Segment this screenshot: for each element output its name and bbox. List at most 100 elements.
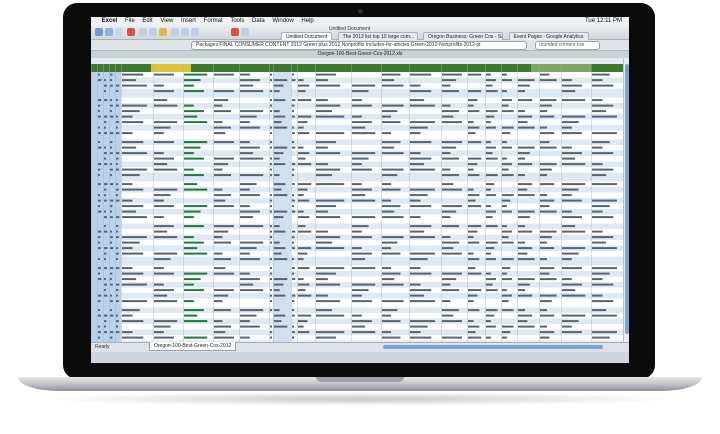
menu-data[interactable]: Data xyxy=(249,17,268,26)
cell-text xyxy=(410,258,428,261)
cell-text xyxy=(352,168,372,171)
chart-icon[interactable] xyxy=(231,28,239,36)
open-icon[interactable] xyxy=(105,28,113,36)
cell-text xyxy=(240,188,250,191)
cell-text xyxy=(410,300,435,303)
vertical-scrollbar[interactable] xyxy=(623,58,629,342)
cell-text xyxy=(486,247,495,250)
row-mid-cells xyxy=(273,167,291,173)
new-document-icon[interactable] xyxy=(95,28,103,36)
cell-text xyxy=(270,79,272,82)
cell-text xyxy=(214,309,232,312)
cell-text xyxy=(518,314,533,317)
horizontal-scrollbar[interactable] xyxy=(383,345,603,349)
menu-insert[interactable]: Insert xyxy=(178,17,199,26)
cell-text xyxy=(98,99,102,102)
cell-text xyxy=(104,216,107,219)
vertical-scroll-thumb[interactable] xyxy=(625,64,629,334)
cell-text xyxy=(116,121,119,124)
cell-text xyxy=(502,126,514,129)
cell-text xyxy=(270,146,272,149)
cell-text xyxy=(116,84,120,87)
print-icon[interactable] xyxy=(127,28,135,36)
cell-text xyxy=(270,174,272,177)
cell-text xyxy=(316,146,328,149)
cell-text xyxy=(104,115,108,118)
cell-text xyxy=(116,126,118,129)
spreadsheet-cells[interactable] xyxy=(91,64,623,342)
menu-tools[interactable]: Tools xyxy=(227,17,247,26)
cell-text xyxy=(274,90,280,93)
undo-icon[interactable] xyxy=(171,28,179,36)
cell-text xyxy=(98,141,100,144)
menu-help[interactable]: Help xyxy=(298,17,316,26)
spreadsheet-grid[interactable] xyxy=(91,64,623,342)
cell-text xyxy=(592,183,617,186)
search-field[interactable]: rounded corners css xyxy=(535,41,600,50)
cell-text xyxy=(562,199,582,202)
sum-icon[interactable] xyxy=(181,28,189,36)
cell-text xyxy=(382,141,401,144)
cell-text xyxy=(270,236,272,239)
cell-text xyxy=(298,314,312,317)
cell-text xyxy=(316,73,337,76)
cut-icon[interactable] xyxy=(139,28,147,36)
cell-text xyxy=(184,289,204,292)
url-field[interactable]: Packages FINAL CONSUMER CONTENT 2012 Gre… xyxy=(191,41,527,50)
cell-text xyxy=(240,126,260,129)
cell-text xyxy=(562,121,579,124)
cell-text xyxy=(486,121,491,124)
menu-format[interactable]: Format xyxy=(201,17,226,26)
app-menu[interactable]: Excel xyxy=(99,17,121,26)
cell-text xyxy=(352,90,369,93)
save-icon[interactable] xyxy=(115,28,123,36)
cell-text xyxy=(562,157,576,160)
cell-text xyxy=(410,126,428,129)
menu-clock[interactable]: Tue 12:11 PM xyxy=(582,17,625,26)
cell-text xyxy=(122,283,147,286)
cell-text xyxy=(592,216,614,219)
cell-text xyxy=(410,230,425,233)
menu-view[interactable]: View xyxy=(157,17,176,26)
cell-text xyxy=(122,183,133,186)
cell-text xyxy=(298,283,310,286)
cell-text xyxy=(502,278,512,281)
cell-text xyxy=(382,241,398,244)
cell-text xyxy=(184,146,201,149)
cell-text xyxy=(592,331,617,334)
cell-text xyxy=(214,126,232,129)
cell-text xyxy=(410,283,421,286)
cell-text xyxy=(502,104,509,107)
cell-text xyxy=(154,84,164,87)
cell-text xyxy=(502,230,512,233)
cell-text xyxy=(270,132,272,135)
menu-window[interactable]: Window xyxy=(269,17,296,26)
cell-text xyxy=(468,121,474,124)
menu-edit[interactable]: Edit xyxy=(139,17,155,26)
copy-icon[interactable] xyxy=(149,28,157,36)
cell-text xyxy=(116,90,119,93)
row-id-cells xyxy=(91,108,121,114)
cell-text xyxy=(468,199,476,202)
cell-text xyxy=(154,199,164,202)
cell-text xyxy=(486,278,496,281)
cell-text xyxy=(540,258,547,261)
menu-bar: Excel File Edit View Insert Format Tools… xyxy=(91,17,629,26)
cell-text xyxy=(292,126,294,129)
cell-text xyxy=(518,146,535,149)
menu-file[interactable]: File xyxy=(122,17,138,26)
cell-text xyxy=(410,225,432,228)
cell-text xyxy=(442,183,454,186)
cell-text xyxy=(442,225,460,228)
cell-text xyxy=(382,73,401,76)
cell-text xyxy=(502,241,514,244)
cell-text xyxy=(540,168,552,171)
cell-text xyxy=(540,230,557,233)
sheet-tab[interactable]: Oregon-100-Best-Green-Cos-2012 xyxy=(149,342,237,351)
cell-text xyxy=(274,188,282,191)
paste-icon[interactable] xyxy=(159,28,167,36)
cell-text xyxy=(540,278,557,281)
cell-text xyxy=(352,157,369,160)
sort-icon[interactable] xyxy=(191,28,199,36)
zoom-icon[interactable] xyxy=(241,28,249,36)
